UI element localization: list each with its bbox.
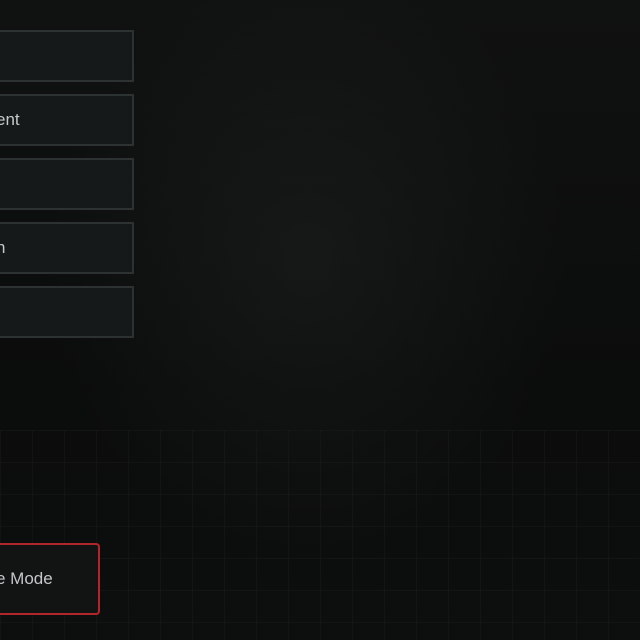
menu-button-3[interactable] xyxy=(0,158,134,210)
mode-button-label: e Mode xyxy=(0,569,53,588)
menu-button-2-label: ent xyxy=(0,110,20,129)
menu-button-2[interactable]: ent xyxy=(0,94,134,146)
menu-button-1[interactable] xyxy=(0,30,134,82)
menu-button-4-label: n xyxy=(0,238,5,258)
menu-button-4[interactable]: n xyxy=(0,222,134,274)
menu-button-5[interactable] xyxy=(0,286,134,338)
mode-button[interactable]: e Mode xyxy=(0,543,100,615)
